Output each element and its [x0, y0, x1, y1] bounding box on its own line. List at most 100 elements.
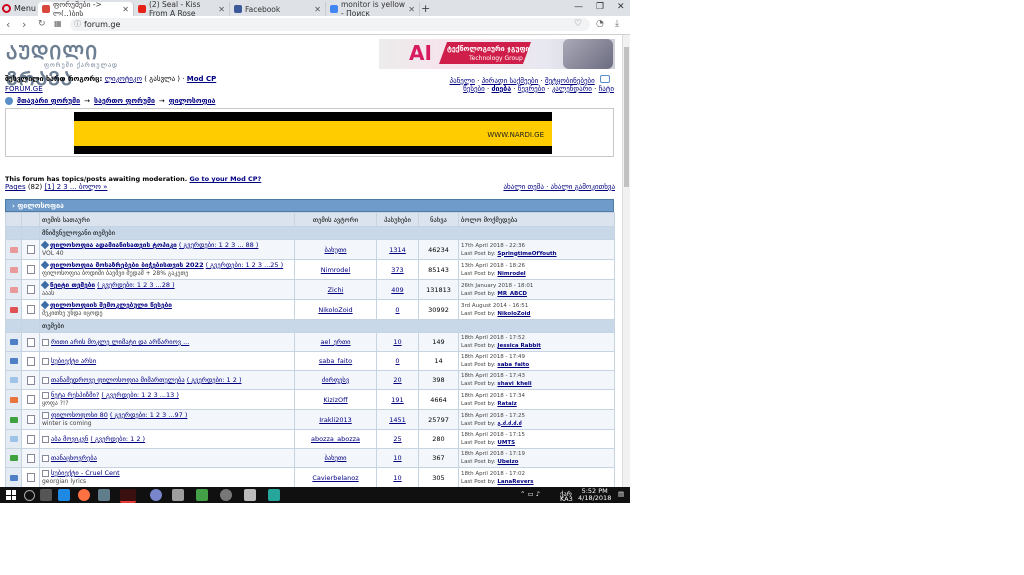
app-icon-4[interactable] — [268, 489, 280, 501]
col-last-action[interactable]: ბოლო მოქმედება — [458, 212, 615, 227]
tray-icons[interactable]: ⌃ ▭ ♪ — [520, 490, 540, 498]
breadcrumb-philosophy[interactable]: ფილოსოფია — [169, 97, 216, 105]
topic-replies-link[interactable]: 0 — [395, 357, 399, 365]
topic-title-link[interactable]: სუბიექტი არსი — [51, 357, 96, 365]
edge-icon[interactable] — [58, 489, 70, 501]
topic-replies-link[interactable]: 0 — [395, 306, 399, 314]
col-views[interactable]: ნახვა — [418, 212, 459, 227]
opera-taskbar-icon[interactable] — [120, 489, 136, 503]
topic-author-link[interactable]: Cavierbelanoz — [312, 474, 358, 482]
last-poster-link[interactable]: Nimrodel — [497, 271, 525, 277]
nav-chat-link[interactable]: ჩატი — [599, 85, 614, 93]
minimize-button[interactable]: — — [574, 2, 583, 12]
app-icon-3[interactable] — [220, 489, 232, 501]
topic-replies-link[interactable]: 10 — [393, 338, 401, 346]
topic-author-link[interactable]: Zichi — [328, 286, 344, 294]
topic-replies-link[interactable]: 20 — [393, 376, 401, 384]
notifications-icon[interactable]: ▤ — [618, 490, 624, 498]
reload-icon[interactable]: ↻ — [38, 19, 46, 29]
col-replies[interactable]: პასუხები — [376, 212, 419, 227]
tab-forum[interactable]: ფორუმები -> ლ(..)ბის ✕ — [38, 0, 134, 18]
topic-pages-link[interactable]: ( გვერდები: 1 2 3 ... 88 ) — [179, 241, 259, 249]
forward-arrow-icon[interactable]: › — [22, 18, 26, 31]
nav-panel-link[interactable]: პანელი — [450, 77, 475, 85]
files-icon[interactable] — [98, 489, 110, 501]
new-tab-button[interactable]: + — [421, 2, 430, 15]
topic-title-link[interactable]: თანაცხოვრება — [51, 454, 97, 462]
maximize-button[interactable]: ❐ — [596, 2, 604, 12]
topic-replies-link[interactable]: 10 — [393, 474, 401, 482]
new-topic-links[interactable]: ახალი თემა · ახალი გამოკითხვა — [503, 183, 615, 191]
topic-replies-link[interactable]: 373 — [391, 266, 403, 274]
topic-replies-link[interactable]: 1451 — [389, 416, 406, 424]
nav-calendar-link[interactable]: კალენდარი — [552, 85, 592, 93]
last-poster-link[interactable]: SpringtimeOfYouth — [497, 251, 556, 257]
topic-author-link[interactable]: NikoloZoid — [318, 306, 352, 314]
nav-messages-link[interactable]: შეტყობინებები — [545, 77, 595, 85]
site-logo[interactable]: ᲐᲣᲓᲘᲚᲘ ᲒᲠᲐᲕᲐ ფორუმი ქართულად — [6, 39, 134, 90]
last-poster-link[interactable]: Jessica Rabbit — [497, 343, 540, 349]
close-tab-icon[interactable]: ✕ — [314, 5, 321, 14]
task-view-icon[interactable] — [40, 489, 52, 501]
speed-dial-grid-icon[interactable]: ▦ — [54, 19, 62, 28]
topic-author-link[interactable]: abozza_abozza — [311, 435, 360, 443]
username-link[interactable]: ლიკოტიკო — [105, 75, 142, 83]
topic-title-link[interactable]: ფილოსოფია ადამიანისათვის ტოპიკი — [50, 241, 177, 249]
topic-pages-link[interactable]: ( გვერდები: 1 2 3 ...25 ) — [206, 261, 283, 269]
last-poster-link[interactable]: Rataiz — [497, 401, 516, 407]
topic-title-link[interactable]: ფილოსოფიის შემოკლებული წესები — [50, 301, 172, 309]
breadcrumb-home[interactable]: მთავარი ფორუმი — [17, 97, 80, 105]
topic-title-link[interactable]: ფილოსოფოსი 80 — [51, 411, 108, 419]
topic-author-link[interactable]: ael_ერთი — [320, 338, 350, 346]
topic-title-link[interactable]: ნეიტი თემები — [50, 281, 95, 289]
heart-bookmark-icon[interactable]: ♡ — [574, 19, 582, 29]
breadcrumb-general[interactable]: საერთო ფორუმი — [94, 97, 155, 105]
windows-start-icon[interactable] — [6, 490, 16, 500]
pages-label[interactable]: Pages — [5, 183, 26, 191]
nav-search-link[interactable]: ძიება — [491, 85, 511, 93]
topic-title-link[interactable]: ფილოსოფია მოსაზრებები ბიჭებისთვის 2022 — [50, 261, 204, 269]
nav-private-link[interactable]: პირადი საქმეები — [482, 77, 539, 85]
topic-title-link[interactable]: ნეტა რესპიზმი? — [51, 391, 99, 399]
scrollbar-thumb[interactable] — [624, 47, 629, 187]
topic-author-link[interactable]: KizizOff — [323, 396, 347, 404]
download-icon[interactable]: ⤓ — [615, 19, 619, 29]
col-author[interactable]: თემის ავტორი — [294, 212, 377, 227]
topic-pages-link[interactable]: ( გვერდები: 1 2 ) — [187, 376, 242, 384]
last-poster-link[interactable]: shavi_kheli — [497, 381, 531, 387]
topic-title-link[interactable]: თანამედროვე ფილოსოფია მიმართულება — [51, 376, 185, 384]
topic-replies-link[interactable]: 10 — [393, 454, 401, 462]
topic-pages-link[interactable]: ( გვერდები: 1 2 3 ...13 ) — [101, 391, 178, 399]
nav-rules-link[interactable]: წესები — [463, 85, 485, 93]
modcp-link[interactable]: Mod CP — [187, 75, 217, 83]
col-title[interactable]: თემის სათაური — [39, 212, 295, 227]
last-poster-link[interactable]: UMTS — [497, 440, 515, 446]
close-tab-icon[interactable]: ✕ — [122, 5, 129, 14]
app-icon-1[interactable] — [150, 489, 162, 501]
opera-menu-button[interactable]: Menu — [2, 2, 36, 14]
input-language[interactable]: KA3 — [560, 495, 573, 503]
topic-title-link[interactable]: აბა მოვიკვნ — [51, 435, 88, 443]
topic-replies-link[interactable]: 1314 — [389, 246, 406, 254]
topic-author-link[interactable]: ძირფესვ — [322, 376, 349, 384]
url-field[interactable]: ⓘ forum.ge — [70, 18, 590, 31]
topic-pages-link[interactable]: ( გვერდები: 1 2 ) — [90, 435, 145, 443]
topic-title-link[interactable]: სუბიექტი - Cruel Cent — [51, 469, 120, 477]
window-close-button[interactable]: ✕ — [617, 2, 625, 12]
pages-list[interactable]: [1] 2 3 ... ბოლო » — [44, 183, 107, 191]
close-tab-icon[interactable]: ✕ — [218, 5, 225, 14]
topic-author-link[interactable]: Nimrodel — [321, 266, 350, 274]
app-icon-2[interactable] — [196, 489, 208, 501]
topic-title-link[interactable]: რითი არის მოკლე ლიმატი და არწარიოვ ... — [51, 338, 189, 346]
close-tab-icon[interactable]: ✕ — [408, 5, 415, 14]
nardi-banner[interactable]: WWW.NARDI.GE — [5, 108, 614, 157]
topic-author-link[interactable]: saba_faito — [319, 357, 352, 365]
nav-members-link[interactable]: წევრები — [518, 85, 545, 93]
last-poster-link[interactable]: MR_ABCD — [497, 291, 527, 297]
tab-search[interactable]: monitor is yellow - Поиск ✕ — [326, 0, 420, 18]
topic-author-link[interactable]: ბახუთი — [324, 454, 346, 462]
vertical-scrollbar[interactable] — [622, 35, 630, 487]
topic-author-link[interactable]: Irakli2013 — [319, 416, 352, 424]
last-poster-link[interactable]: Ubeizo — [497, 459, 518, 465]
topic-replies-link[interactable]: 409 — [391, 286, 403, 294]
